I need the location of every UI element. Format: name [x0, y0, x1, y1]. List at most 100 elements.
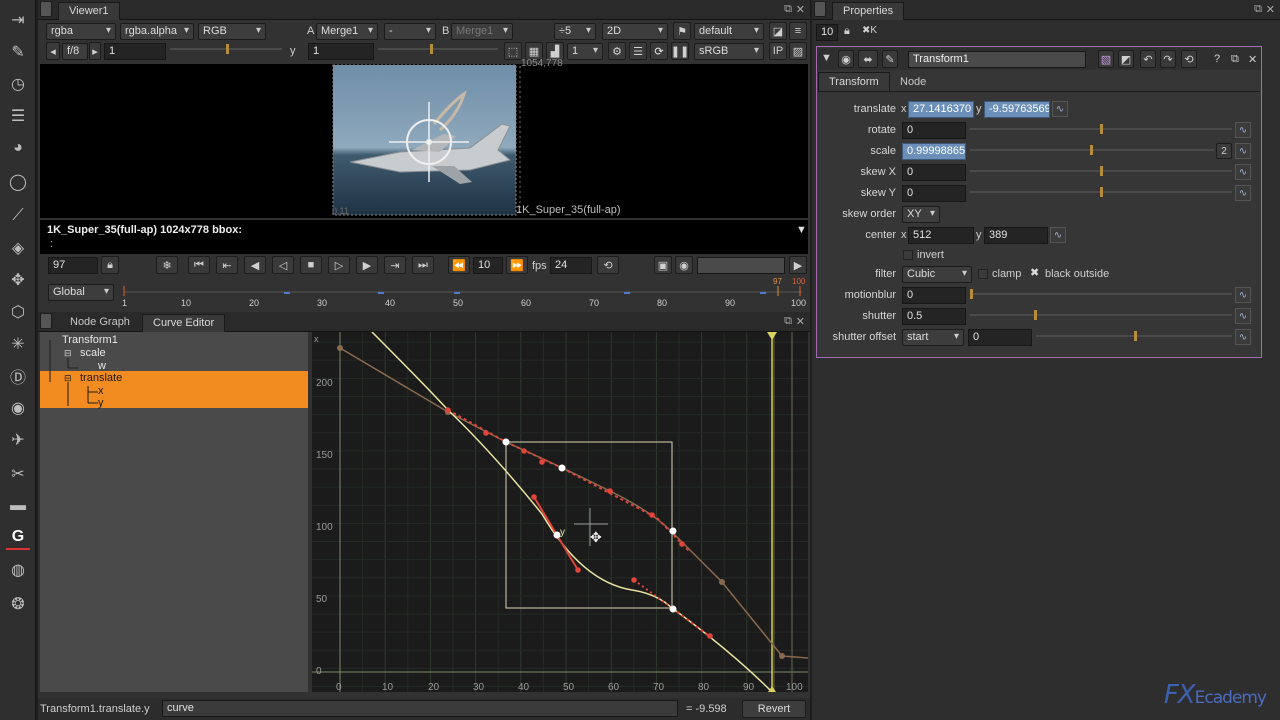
color-icon[interactable]: ◕: [6, 136, 30, 160]
panel-menu-icon[interactable]: [40, 1, 52, 17]
center-x-field[interactable]: 512: [908, 227, 974, 244]
expression-field[interactable]: curve: [162, 700, 678, 717]
first-frame-icon[interactable]: ⏮: [188, 256, 210, 274]
float-properties-icon[interactable]: ⧉: [1254, 3, 1262, 16]
view-mode-dropdown[interactable]: 2D: [602, 23, 668, 40]
curve-graph[interactable]: x 200 150 100 50 0 0 10 20 30 40 50 60 7…: [312, 332, 808, 692]
views-icon[interactable]: ◉: [6, 396, 30, 420]
center-y-field[interactable]: 389: [984, 227, 1048, 244]
tab-node-graph[interactable]: Node Graph: [60, 314, 140, 332]
viewer-toggle-icon[interactable]: ⬌: [858, 50, 878, 68]
draw-icon[interactable]: ✎: [6, 40, 30, 64]
play-forward-icon[interactable]: ▷: [328, 256, 350, 274]
furnace-icon[interactable]: ❂: [6, 592, 30, 616]
motionblur-slider[interactable]: [970, 289, 1232, 303]
max-panels-field[interactable]: 10: [816, 24, 838, 41]
pause-icon[interactable]: ❚❚: [671, 42, 689, 60]
shutter-offset-field[interactable]: 0: [968, 329, 1032, 346]
tree-collapse-icon[interactable]: ⊟: [64, 348, 72, 359]
scale-field[interactable]: 0.99998865: [902, 143, 966, 160]
info-expand-icon[interactable]: ▼: [796, 224, 807, 236]
gain-field[interactable]: 1: [104, 43, 166, 60]
colorspace-dropdown[interactable]: sRGB: [694, 43, 764, 60]
alpha-dropdown[interactable]: rgba.alpha: [120, 23, 194, 40]
close-panel-icon[interactable]: ✕: [796, 3, 805, 16]
lock-frame-icon[interactable]: 🔒︎: [101, 256, 119, 274]
shutter-slider[interactable]: [970, 310, 1232, 324]
fstop-display[interactable]: f/8: [62, 43, 88, 60]
tab-properties[interactable]: Properties: [832, 2, 905, 20]
input-b-dropdown[interactable]: Merge1: [451, 23, 513, 40]
guides-icon[interactable]: ☰: [629, 42, 647, 60]
zoom-dropdown[interactable]: ÷5: [554, 23, 596, 40]
ip-toggle-icon[interactable]: IP: [769, 42, 787, 60]
step-field[interactable]: 10: [473, 257, 503, 274]
graph-panel-menu-icon[interactable]: [40, 313, 52, 329]
viewer-canvas[interactable]: 1054,778 1K_Super_35(full-ap) 0,11: [40, 58, 808, 218]
filter-dropdown[interactable]: Cubic: [902, 266, 972, 283]
loop-icon[interactable]: ⟲: [597, 256, 619, 274]
playback-range-field[interactable]: [697, 257, 785, 274]
gain-slider[interactable]: [170, 44, 282, 58]
prev-frame-icon[interactable]: ◀: [244, 256, 266, 274]
skewy-curve-icon[interactable]: ∿: [1235, 185, 1251, 201]
shutter-offset-slider[interactable]: [1036, 331, 1232, 345]
rotate-curve-icon[interactable]: ∿: [1235, 122, 1251, 138]
particles-icon[interactable]: ✳: [6, 332, 30, 356]
tree-item-translate[interactable]: translate: [80, 372, 122, 384]
merge-icon[interactable]: ◈: [6, 236, 30, 260]
close-node-icon[interactable]: ✕: [1248, 53, 1257, 66]
3d-icon[interactable]: ⬡: [6, 300, 30, 324]
step-back-icon[interactable]: ⏪: [448, 256, 470, 274]
gl-color-icon[interactable]: ◩: [1118, 50, 1134, 68]
roi-icon[interactable]: ⬚: [504, 42, 522, 60]
undo-icon[interactable]: ↶: [1140, 50, 1156, 68]
last-frame-icon[interactable]: ⏭: [412, 256, 434, 274]
rotate-slider[interactable]: [970, 124, 1232, 138]
channel-icon[interactable]: ☰: [6, 104, 30, 128]
close-graph-icon[interactable]: ✕: [796, 315, 805, 328]
collapse-node-icon[interactable]: ▼: [821, 52, 832, 64]
shutter-curve-icon[interactable]: ∿: [1235, 308, 1251, 324]
tree-item-translate-x[interactable]: x: [98, 385, 104, 397]
gamma-slider[interactable]: [378, 44, 498, 58]
translate-curve-icon[interactable]: ∿: [1052, 101, 1068, 117]
node-tool-icon[interactable]: ✎: [882, 50, 898, 68]
plugin-icon[interactable]: ◍: [6, 558, 30, 582]
in-out-icon[interactable]: ▣: [654, 256, 672, 274]
float-panel-icon[interactable]: ⧉: [784, 3, 792, 16]
tab-viewer1[interactable]: Viewer1: [58, 2, 120, 20]
revert-button[interactable]: Revert: [742, 700, 806, 718]
motionblur-curve-icon[interactable]: ∿: [1235, 287, 1251, 303]
tab-transform[interactable]: Transform: [818, 72, 890, 92]
skewx-field[interactable]: 0: [902, 164, 966, 181]
node-color-swatch-icon[interactable]: ▧: [1098, 50, 1114, 68]
display-mode-dropdown[interactable]: RGB: [198, 23, 266, 40]
motionblur-field[interactable]: 0: [902, 287, 966, 304]
fstop-next-icon[interactable]: ▸: [89, 42, 101, 60]
tab-node[interactable]: Node: [890, 74, 936, 92]
scale-channels-button[interactable]: 2: [1216, 143, 1232, 159]
input-icon[interactable]: ⇥: [6, 8, 30, 32]
fps-field[interactable]: 24: [550, 257, 592, 274]
skewy-slider[interactable]: [970, 187, 1232, 201]
deep-icon[interactable]: Ⓓ: [6, 364, 30, 388]
skewx-curve-icon[interactable]: ∿: [1235, 164, 1251, 180]
translate-y-field[interactable]: -9.59763569: [984, 101, 1050, 118]
shutter-offset-dropdown[interactable]: start: [902, 329, 964, 346]
rotate-field[interactable]: 0: [902, 122, 966, 139]
gamma-field[interactable]: 1: [308, 43, 374, 60]
help-icon[interactable]: ?: [1214, 53, 1220, 65]
step-forward-icon[interactable]: ⏩: [506, 256, 528, 274]
node-color-icon[interactable]: ◉: [838, 50, 854, 68]
fstop-prev-icon[interactable]: ◂: [46, 42, 60, 60]
black-outside-check-icon[interactable]: ✖: [1030, 266, 1039, 279]
play-backward-icon[interactable]: ◁: [272, 256, 294, 274]
float-graph-icon[interactable]: ⧉: [784, 315, 792, 328]
lut-dropdown[interactable]: default: [694, 23, 764, 40]
viewer-menu-icon[interactable]: ≡: [789, 22, 807, 40]
transform-icon[interactable]: ✥: [6, 268, 30, 292]
redo-icon[interactable]: ↷: [1160, 50, 1176, 68]
keyer-icon[interactable]: ⟋: [6, 204, 30, 228]
stop-icon[interactable]: ■: [300, 256, 322, 274]
